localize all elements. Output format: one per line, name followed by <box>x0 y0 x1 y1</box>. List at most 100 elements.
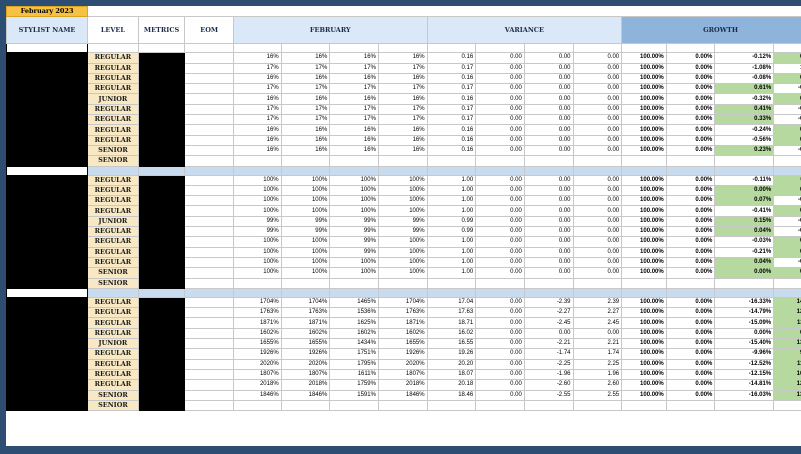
separator-cell[interactable] <box>329 43 379 54</box>
stylist-name-cell[interactable] <box>6 205 89 217</box>
growth-cell[interactable]: -12.52% <box>714 358 775 370</box>
february-cell[interactable]: 2020% <box>377 358 428 370</box>
metrics-cell[interactable] <box>137 327 186 340</box>
separator-cell[interactable] <box>523 165 574 176</box>
separator-cell[interactable] <box>621 43 667 54</box>
level-cell[interactable]: SENIOR <box>87 389 139 401</box>
metrics-cell[interactable] <box>137 205 186 217</box>
variance-cell[interactable]: 0.00 <box>475 83 525 95</box>
february-cell[interactable]: 1871% <box>233 317 282 329</box>
february-cell[interactable]: 17% <box>233 83 282 95</box>
level-cell[interactable]: REGULAR <box>87 368 139 381</box>
february-cell[interactable]: 2020% <box>280 358 331 370</box>
february-cell[interactable]: 1846% <box>233 389 282 401</box>
separator-cell[interactable] <box>621 287 667 298</box>
eom-cell[interactable] <box>184 399 235 412</box>
growth-cell[interactable]: 0.00% <box>665 124 716 136</box>
growth-cell[interactable] <box>714 277 775 289</box>
metrics-cell[interactable] <box>137 155 186 167</box>
growth-cell[interactable]: -16.03% <box>714 389 775 401</box>
february-cell[interactable]: 16% <box>377 124 428 136</box>
growth-cell[interactable]: 0.00% <box>665 134 716 146</box>
stylist-name-cell[interactable] <box>6 246 89 258</box>
variance-cell[interactable]: 0.00 <box>475 368 525 381</box>
variance-cell[interactable]: 0.00 <box>475 267 525 279</box>
variance-cell[interactable]: 0.00 <box>475 317 525 329</box>
eom-cell[interactable] <box>184 296 235 309</box>
variance-cell[interactable]: -2.21 <box>523 338 574 350</box>
metrics-cell[interactable] <box>137 236 186 248</box>
variance-cell[interactable]: 0.00 <box>475 195 525 207</box>
eom-cell[interactable] <box>184 114 235 126</box>
variance-cell[interactable]: 0.00 <box>572 62 623 74</box>
variance-cell[interactable] <box>523 277 574 289</box>
stylist-name-cell[interactable] <box>6 62 89 74</box>
growth-cell[interactable]: -0.08% <box>714 72 775 85</box>
february-cell[interactable]: 100% <box>329 195 379 207</box>
february-cell[interactable]: 16% <box>233 124 282 136</box>
level-cell[interactable]: JUNIOR <box>87 93 139 105</box>
growth-cell[interactable]: 0.07% <box>714 195 775 207</box>
stylist-name-cell[interactable] <box>6 338 89 350</box>
eom-cell[interactable] <box>184 348 235 360</box>
variance-cell[interactable]: 0.00 <box>572 205 623 217</box>
stylist-name-cell[interactable] <box>6 267 89 279</box>
separator-cell[interactable] <box>87 43 139 54</box>
february-cell[interactable]: 1926% <box>233 348 282 360</box>
february-cell[interactable]: 17% <box>329 83 379 95</box>
level-cell[interactable]: REGULAR <box>87 226 139 238</box>
february-cell[interactable]: 16% <box>329 144 379 157</box>
growth-cell[interactable]: 0.00% <box>665 389 716 401</box>
stylist-name-cell[interactable] <box>6 368 89 381</box>
growth-cell[interactable]: 0.04% <box>714 226 775 238</box>
february-cell[interactable]: 1591% <box>329 389 379 401</box>
eom-cell[interactable] <box>184 195 235 207</box>
growth-cell[interactable]: -0.04% <box>773 256 801 269</box>
variance-cell[interactable]: 0.00 <box>475 93 525 105</box>
variance-cell[interactable]: 0.00 <box>475 174 525 186</box>
variance-cell[interactable]: 0.00 <box>475 144 525 157</box>
metrics-cell[interactable] <box>137 348 186 360</box>
level-cell[interactable]: REGULAR <box>87 327 139 340</box>
growth-cell[interactable]: 100.00% <box>621 124 667 136</box>
february-cell[interactable]: 1434% <box>329 338 379 350</box>
level-cell[interactable]: REGULAR <box>87 317 139 329</box>
february-cell[interactable]: 100% <box>377 205 428 217</box>
metrics-cell[interactable] <box>137 52 186 64</box>
february-cell[interactable]: 1807% <box>377 368 428 381</box>
growth-cell[interactable]: 0.00% <box>665 144 716 157</box>
eom-cell[interactable] <box>184 246 235 258</box>
separator-cell[interactable] <box>773 287 801 298</box>
february-cell[interactable]: 100% <box>280 174 331 186</box>
growth-cell[interactable]: 100.00% <box>621 327 667 340</box>
growth-cell[interactable]: -0.15% <box>773 215 801 228</box>
stylist-name-cell[interactable] <box>6 144 89 157</box>
metrics-cell[interactable] <box>137 134 186 146</box>
variance-cell[interactable]: 0.00 <box>523 72 574 85</box>
eom-cell[interactable] <box>184 215 235 228</box>
separator-cell[interactable] <box>665 165 716 176</box>
growth-cell[interactable]: 100.00% <box>621 114 667 126</box>
growth-cell[interactable]: 12.89% <box>773 307 801 319</box>
variance-cell[interactable]: 0.17 <box>426 62 477 74</box>
variance-cell[interactable]: 2.60 <box>572 379 623 391</box>
growth-cell[interactable] <box>714 155 775 167</box>
separator-cell[interactable] <box>280 287 331 298</box>
growth-cell[interactable]: 100.00% <box>621 358 667 370</box>
variance-cell[interactable]: 0.00 <box>475 215 525 228</box>
february-cell[interactable]: 100% <box>377 184 428 197</box>
february-cell[interactable]: 1465% <box>329 296 379 309</box>
variance-cell[interactable]: 0.00 <box>523 103 574 116</box>
stylist-name-cell[interactable] <box>6 134 89 146</box>
february-cell[interactable]: 1926% <box>377 348 428 360</box>
variance-cell[interactable]: 0.00 <box>572 83 623 95</box>
growth-cell[interactable] <box>621 277 667 289</box>
stylist-name-cell[interactable] <box>6 327 89 340</box>
variance-cell[interactable]: 0.00 <box>475 296 525 309</box>
growth-cell[interactable]: 10.83% <box>773 368 801 381</box>
stylist-name-cell[interactable] <box>6 296 89 309</box>
stylist-name-cell[interactable] <box>6 215 89 228</box>
variance-cell[interactable]: 20.18 <box>426 379 477 391</box>
eom-cell[interactable] <box>184 205 235 217</box>
variance-cell[interactable]: 0.00 <box>523 327 574 340</box>
